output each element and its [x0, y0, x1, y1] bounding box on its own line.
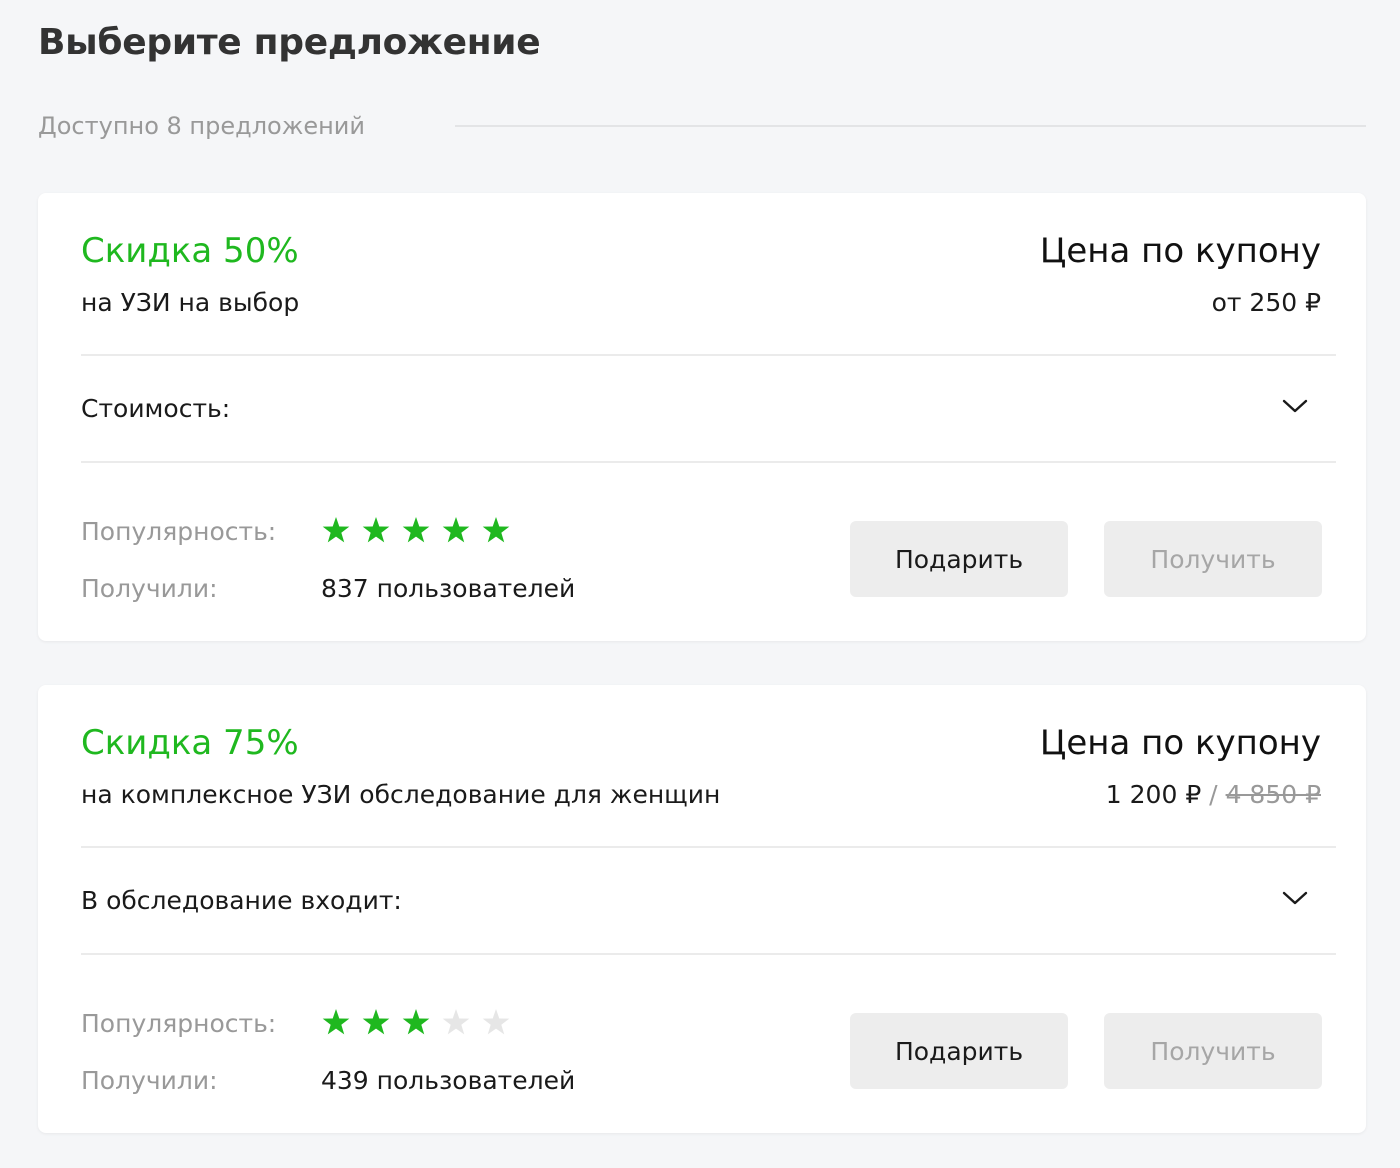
coupon-price: от 250 ₽: [1212, 288, 1321, 317]
popularity-label: Популярность:: [81, 517, 277, 546]
card-divider: [81, 953, 1336, 955]
gift-button[interactable]: Подарить: [850, 521, 1068, 597]
offer-card: Скидка 75% на комплексное УЗИ обследован…: [38, 685, 1366, 1133]
gift-button[interactable]: Подарить: [850, 1013, 1068, 1089]
star-filled-icon: [322, 517, 350, 543]
offer-description: на комплексное УЗИ обследование для женщ…: [81, 780, 721, 809]
star-filled-icon: [362, 1009, 390, 1035]
star-filled-icon: [402, 1009, 430, 1035]
offer-description: на УЗИ на выбор: [81, 288, 300, 317]
offer-card: Скидка 50% на УЗИ на выбор Цена по купон…: [38, 193, 1366, 641]
coupon-price-title: Цена по купону: [1039, 723, 1321, 763]
current-price: от 250 ₽: [1211, 288, 1321, 317]
received-count: 439 пользователей: [321, 1066, 576, 1095]
get-button[interactable]: Получить: [1104, 521, 1322, 597]
popularity-label: Популярность:: [81, 1009, 277, 1038]
card-divider: [81, 461, 1336, 463]
coupon-price: 1 200 ₽ / 4 850 ₽: [1106, 780, 1321, 809]
chevron-down-icon[interactable]: [1282, 890, 1308, 906]
price-separator: /: [1201, 780, 1226, 809]
coupon-price-title: Цена по купону: [1039, 231, 1321, 271]
received-label: Получили:: [81, 574, 218, 603]
popularity-rating: [321, 1007, 511, 1039]
header-divider: [455, 125, 1366, 127]
star-empty-icon: [482, 1009, 510, 1035]
expander-label: Стоимость:: [81, 394, 231, 423]
star-filled-icon: [442, 517, 470, 543]
star-filled-icon: [322, 1009, 350, 1035]
offer-discount: Скидка 50%: [81, 231, 299, 271]
get-button[interactable]: Получить: [1104, 1013, 1322, 1089]
cost-expander[interactable]: Стоимость:: [81, 356, 1336, 461]
offers-count: Доступно 8 предложений: [38, 112, 365, 140]
star-filled-icon: [402, 517, 430, 543]
star-filled-icon: [362, 517, 390, 543]
expander-label: В обследование входит:: [81, 886, 402, 915]
star-filled-icon: [482, 517, 510, 543]
chevron-down-icon[interactable]: [1282, 398, 1308, 414]
includes-expander[interactable]: В обследование входит:: [81, 848, 1336, 953]
old-price: 4 850 ₽: [1225, 780, 1321, 809]
current-price: 1 200 ₽: [1105, 780, 1202, 809]
received-count: 837 пользователей: [321, 574, 576, 603]
received-label: Получили:: [81, 1066, 218, 1095]
offer-discount: Скидка 75%: [81, 723, 299, 763]
star-empty-icon: [442, 1009, 470, 1035]
popularity-rating: [321, 515, 511, 547]
offers-count-row: Доступно 8 предложений: [38, 108, 1366, 144]
page-title: Выберите предложение: [38, 22, 541, 63]
